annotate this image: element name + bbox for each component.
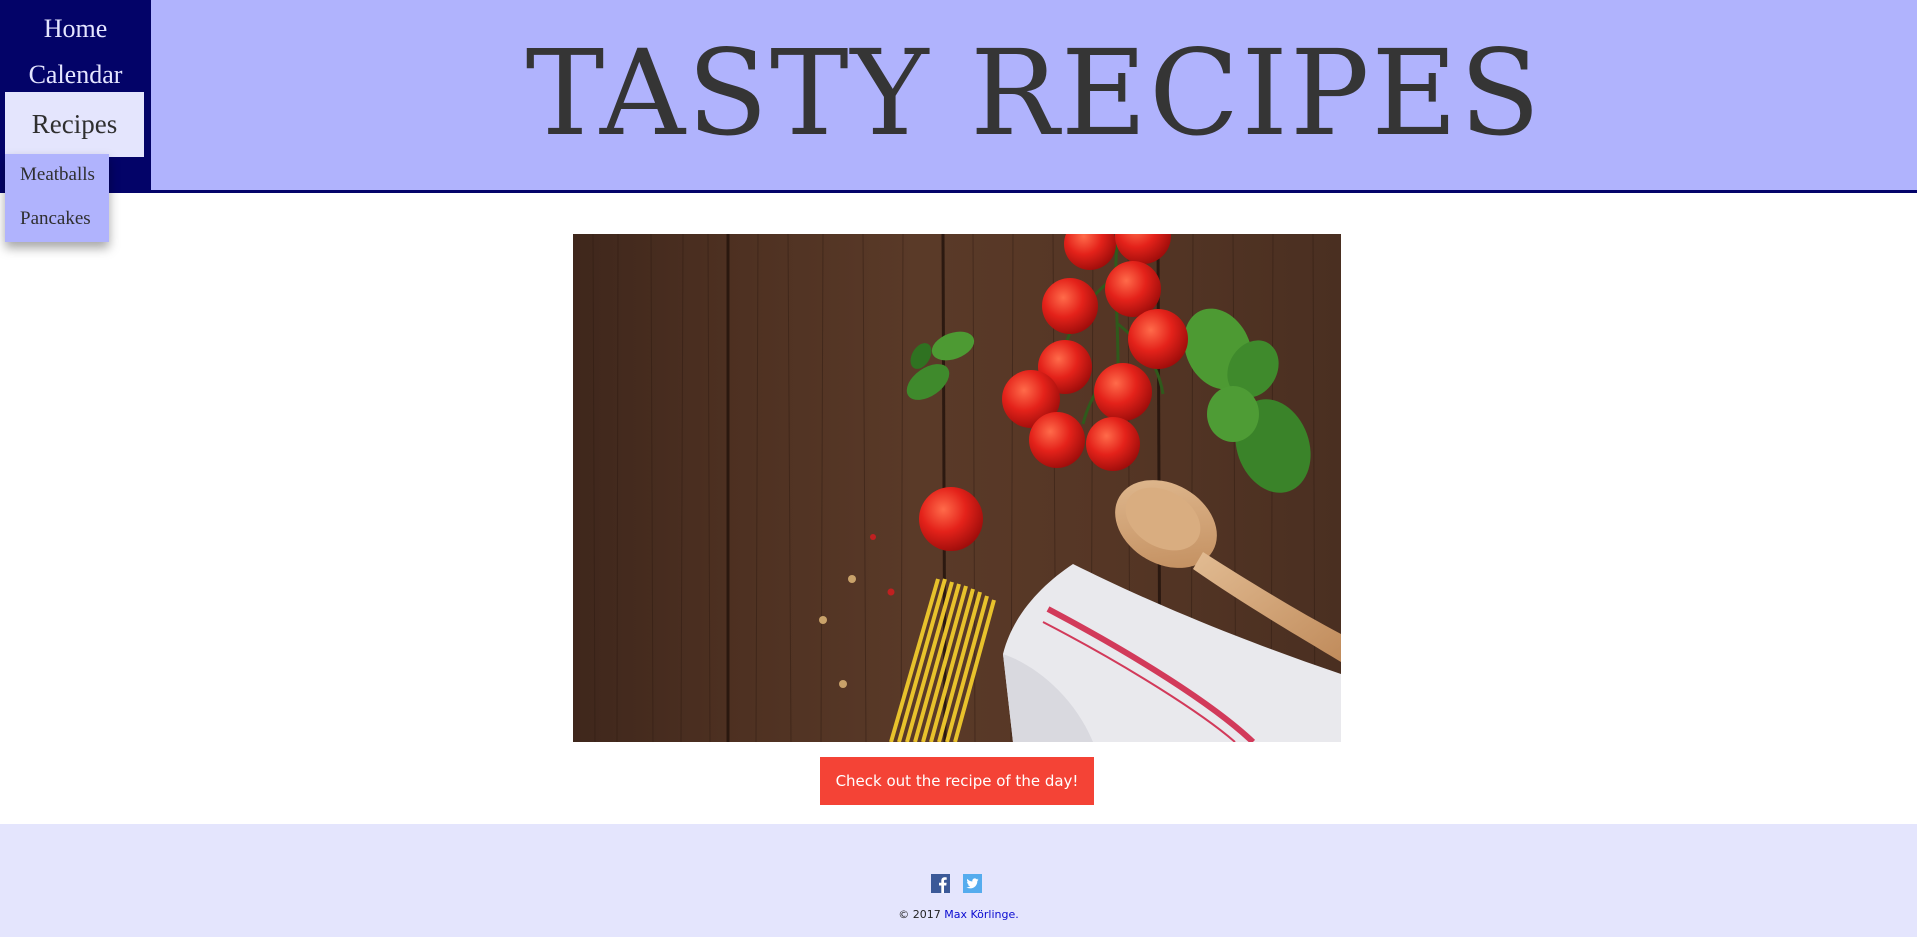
recipes-dropdown: Meatballs Pancakes: [5, 154, 109, 242]
site-header: TASTY RECIPES: [0, 0, 1917, 193]
nav-item-home[interactable]: Home: [0, 11, 151, 47]
site-footer: © 2017 Max Körlinge.: [0, 824, 1917, 937]
nav-item-calendar[interactable]: Calendar: [0, 57, 151, 93]
page: TASTY RECIPES Home Calendar Recipes Meat…: [0, 0, 1917, 937]
facebook-icon[interactable]: [931, 874, 950, 893]
author-link[interactable]: Max Körlinge.: [944, 908, 1019, 921]
hero-image: [573, 234, 1341, 742]
copyright-text: © 2017: [898, 908, 945, 921]
twitter-icon[interactable]: [963, 874, 982, 893]
dropdown-item-meatballs[interactable]: Meatballs: [5, 160, 109, 190]
nav-item-recipes[interactable]: Recipes: [5, 92, 144, 157]
recipe-of-the-day-button[interactable]: Check out the recipe of the day!: [820, 757, 1094, 805]
dropdown-item-pancakes[interactable]: Pancakes: [5, 204, 109, 234]
site-title: TASTY RECIPES: [525, 24, 1543, 162]
copyright: © 2017 Max Körlinge.: [0, 908, 1917, 921]
